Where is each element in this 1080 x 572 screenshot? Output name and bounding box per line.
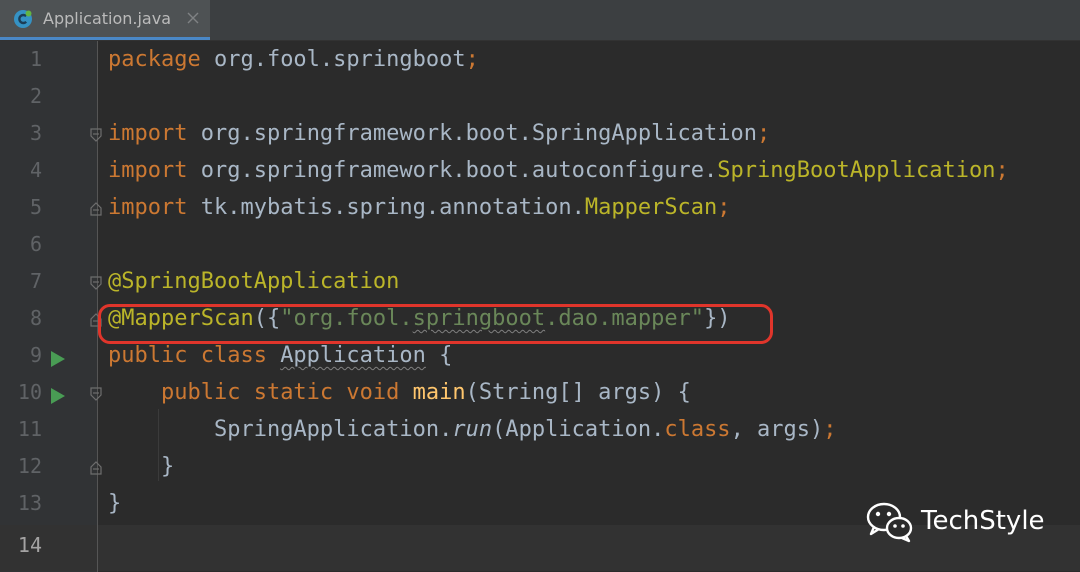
- line-number: 10: [17, 380, 42, 404]
- keyword: public class: [108, 343, 281, 368]
- code-editor[interactable]: 1 2 3 4 5 6 7 8 9 10 11 12 13 14 package…: [0, 41, 1080, 572]
- line-number: 8: [29, 306, 42, 330]
- brace: {: [425, 343, 453, 368]
- line-number: 12: [17, 454, 42, 478]
- static-method: run: [452, 417, 493, 442]
- highlight-box: [98, 304, 773, 344]
- wechat-icon: [866, 502, 913, 543]
- semicolon: ;: [995, 158, 1009, 183]
- line-number: 9: [29, 343, 42, 367]
- method-params: (String[] args) {: [465, 380, 691, 405]
- watermark-text: TechStyle: [921, 506, 1045, 536]
- code-line-3[interactable]: import org.springframework.boot.SpringAp…: [108, 115, 770, 152]
- semicolon: ;: [823, 417, 837, 442]
- keyword: public static void: [160, 380, 413, 405]
- keyword: import: [108, 158, 188, 183]
- fold-end-icon[interactable]: [89, 461, 103, 475]
- line-number: 1: [29, 47, 42, 71]
- line-number: 5: [29, 195, 42, 219]
- line-number: 4: [29, 158, 42, 182]
- annotation-class: SpringBootApplication: [717, 158, 996, 183]
- fold-end-icon[interactable]: [89, 202, 103, 216]
- code-line-7[interactable]: @SpringBootApplication: [108, 263, 399, 300]
- tab-label: Application.java: [43, 9, 172, 28]
- line-number: 13: [17, 491, 42, 515]
- keyword: package: [108, 47, 201, 72]
- code-line-11[interactable]: SpringApplication.run(Application.class,…: [108, 411, 837, 448]
- import-path: org.springframework.boot.autoconfigure.: [187, 158, 718, 183]
- fold-start-icon[interactable]: [89, 128, 103, 142]
- class-name: Application: [280, 343, 426, 368]
- keyword: import: [108, 121, 188, 146]
- run-icon[interactable]: [50, 350, 66, 368]
- method-name: main: [412, 380, 466, 405]
- line-number-current: 14: [17, 533, 42, 557]
- semicolon: ;: [757, 121, 771, 146]
- semicolon: ;: [465, 47, 479, 72]
- closing-brace: }: [108, 454, 175, 479]
- code-line-4[interactable]: import org.springframework.boot.autoconf…: [108, 152, 1009, 189]
- semicolon: ;: [717, 195, 731, 220]
- editor-tab-bar: Application.java: [0, 0, 1080, 41]
- keyword: class: [664, 417, 731, 442]
- tab-application-java[interactable]: Application.java: [0, 0, 210, 40]
- line-number: 3: [29, 121, 42, 145]
- code-line-5[interactable]: import tk.mybatis.spring.annotation.Mapp…: [108, 189, 731, 226]
- fold-start-icon[interactable]: [89, 387, 103, 401]
- close-icon[interactable]: [186, 11, 200, 25]
- java-class-icon: [14, 10, 32, 28]
- line-number: 7: [29, 269, 42, 293]
- fold-start-icon[interactable]: [89, 276, 103, 290]
- import-path: tk.mybatis.spring.annotation.: [187, 195, 585, 220]
- import-path: org.springframework.boot.SpringApplicati…: [187, 121, 758, 146]
- code-line-13[interactable]: }: [108, 485, 121, 522]
- code-line-10[interactable]: public static void main(String[] args) {: [108, 374, 691, 411]
- line-number: 11: [17, 417, 42, 441]
- package-name: org.fool.springboot: [200, 47, 466, 72]
- run-icon[interactable]: [50, 387, 66, 405]
- call-args: , args): [730, 417, 824, 442]
- call-args: (Application.: [492, 417, 665, 442]
- annotation-class: MapperScan: [584, 195, 718, 220]
- line-number: 6: [29, 232, 42, 256]
- closing-brace: }: [108, 491, 122, 516]
- code-line-12[interactable]: }: [108, 448, 174, 485]
- class-ref: SpringApplication.: [213, 417, 453, 442]
- annotation: @SpringBootApplication: [108, 269, 400, 294]
- code-line-1[interactable]: package org.fool.springboot;: [108, 41, 479, 78]
- line-number: 2: [29, 84, 42, 108]
- keyword: import: [108, 195, 188, 220]
